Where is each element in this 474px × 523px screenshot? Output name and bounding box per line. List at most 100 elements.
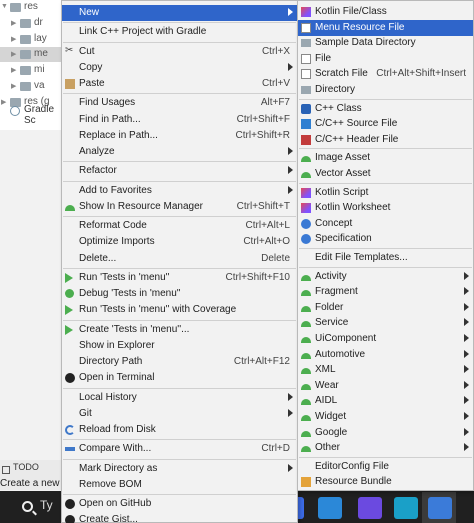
taskbar-app-6[interactable] <box>428 497 452 519</box>
menu-item-shortcut: Ctrl+Alt+O <box>243 236 290 248</box>
chevron-right-icon[interactable]: ▶ <box>11 82 16 90</box>
menu-item-mark-directory-as[interactable]: Mark Directory as <box>62 461 297 477</box>
android-icon <box>301 156 311 163</box>
menu-item-debug-tests-in-menu[interactable]: Debug 'Tests in 'menu'' <box>62 286 297 302</box>
menu-item-open-on-github[interactable]: Open on GitHub <box>62 496 297 512</box>
menu-item-reload-from-disk[interactable]: Reload from Disk <box>62 422 297 438</box>
tree-item-gradle-scripts[interactable]: Gradle Sc <box>0 103 62 126</box>
menu-item-kotlin-script[interactable]: Kotlin Script <box>298 185 473 201</box>
menu-item-cut[interactable]: ✂ Cut Ctrl+X <box>62 44 297 60</box>
menu-item-analyze[interactable]: Analyze <box>62 144 297 160</box>
todo-tab[interactable]: TODO <box>13 462 39 472</box>
menu-item-compare-with[interactable]: Compare With... Ctrl+D <box>62 441 297 457</box>
menu-item-kotlin-worksheet[interactable]: Kotlin Worksheet <box>298 200 473 216</box>
menu-item-specification[interactable]: Specification <box>298 231 473 247</box>
menu-item-find-in-path[interactable]: Find in Path... Ctrl+Shift+F <box>62 112 297 128</box>
menu-item-shortcut: Ctrl+D <box>261 443 290 455</box>
menu-item-editorconfig-file[interactable]: EditorConfig File <box>298 459 473 475</box>
chevron-right-icon[interactable]: ▶ <box>11 35 16 43</box>
menu-item-create-tests-in-menu[interactable]: Create 'Tests in 'menu''... <box>62 322 297 338</box>
menu-item-menu-resource-file[interactable]: Menu Resource File <box>298 19 473 36</box>
menu-item-vector-asset[interactable]: Vector Asset <box>298 166 473 182</box>
menu-item-concept[interactable]: Concept <box>298 216 473 232</box>
tree-item[interactable]: ▶ lay <box>0 32 62 47</box>
menu-item-other[interactable]: Other <box>298 440 473 456</box>
menu-item-uicomponent[interactable]: UiComponent <box>298 331 473 347</box>
taskbar-app-5[interactable] <box>394 497 418 519</box>
menu-item-sample-data-directory[interactable]: Sample Data Directory <box>298 35 473 51</box>
menu-item-directory[interactable]: Directory <box>298 82 473 98</box>
menu-item-add-to-favorites[interactable]: Add to Favorites <box>62 183 297 199</box>
tree-item[interactable]: ▶ mi <box>0 63 62 78</box>
chevron-right-icon[interactable]: ▶ <box>11 50 16 58</box>
menu-item-replace-in-path[interactable]: Replace in Path... Ctrl+Shift+R <box>62 128 297 144</box>
menu-item-folder[interactable]: Folder <box>298 300 473 316</box>
menu-item-label: Run 'Tests in 'menu'' <box>79 271 170 283</box>
tree-item[interactable]: ▶ me <box>0 47 62 62</box>
menu-item-optimize-imports[interactable]: Optimize Imports Ctrl+Alt+O <box>62 234 297 250</box>
menu-item-show-in-resource-manager[interactable]: Show In Resource Manager Ctrl+Shift+T <box>62 199 297 215</box>
menu-item-image-asset[interactable]: Image Asset <box>298 150 473 166</box>
menu-separator <box>299 266 472 268</box>
menu-item-directory-path[interactable]: Directory Path Ctrl+Alt+F12 <box>62 354 297 370</box>
menu-item-remove-bom[interactable]: Remove BOM <box>62 477 297 493</box>
taskbar-app-4[interactable] <box>358 497 382 519</box>
menu-item-link-c-project-with-gradle[interactable]: Link C++ Project with Gradle <box>62 24 297 40</box>
tree-item[interactable]: ▶ va <box>0 79 62 94</box>
menu-item-aidl[interactable]: AIDL <box>298 393 473 409</box>
search-icon <box>22 501 33 512</box>
taskbar-search[interactable]: Ty <box>14 498 60 518</box>
menu-item-label: Find in Path... <box>79 113 141 125</box>
menu-item-open-in-terminal[interactable]: Open in Terminal <box>62 370 297 386</box>
chevron-down-icon[interactable]: ▼ <box>1 3 8 10</box>
menu-item-copy[interactable]: Copy <box>62 60 297 76</box>
menu-item-activity[interactable]: Activity <box>298 269 473 285</box>
menu-item-resource-bundle[interactable]: Resource Bundle <box>298 474 473 490</box>
chevron-right-icon <box>288 8 293 16</box>
menu-item-label: Sample Data Directory <box>315 37 416 49</box>
tree-item[interactable]: ▼ res <box>0 0 62 15</box>
menu-item-label: Cut <box>79 45 95 57</box>
menu-item-kotlin-file-class[interactable]: Kotlin File/Class <box>298 4 473 20</box>
taskbar-app-3[interactable] <box>318 497 342 519</box>
menu-item-c-c-source-file[interactable]: C/C++ Source File <box>298 116 473 132</box>
menu-item-refactor[interactable]: Refactor <box>62 163 297 179</box>
menu-item-c-c-header-file[interactable]: C/C++ Header File <box>298 132 473 148</box>
chevron-right-icon <box>464 412 469 420</box>
menu-item-local-history[interactable]: Local History <box>62 390 297 406</box>
menu-item-c-class[interactable]: C++ Class <box>298 101 473 117</box>
menu-item-widget[interactable]: Widget <box>298 409 473 425</box>
menu-item-paste[interactable]: Paste Ctrl+V <box>62 76 297 92</box>
menu-item-automotive[interactable]: Automotive <box>298 347 473 363</box>
menu-item-label: Show in Explorer <box>79 339 155 351</box>
chevron-right-icon <box>464 318 469 327</box>
tree-item[interactable]: ▶ dr <box>0 16 62 31</box>
menu-item-create-gist[interactable]: Create Gist... <box>62 512 297 523</box>
create-tests-icon <box>65 324 73 335</box>
menu-item-fragment[interactable]: Fragment <box>298 284 473 300</box>
menu-item-delete[interactable]: Delete... Delete <box>62 251 297 267</box>
menu-item-edit-file-templates[interactable]: Edit File Templates... <box>298 250 473 266</box>
menu-item-service[interactable]: Service <box>298 315 473 331</box>
menu-item-reformat-code[interactable]: Reformat Code Ctrl+Alt+L <box>62 218 297 234</box>
menu-item-google[interactable]: Google <box>298 425 473 441</box>
menu-item-xml[interactable]: XML <box>298 362 473 378</box>
menu-item-run-tests-in-menu-with-coverage[interactable]: Run 'Tests in 'menu'' with Coverage <box>62 302 297 318</box>
menu-separator <box>299 456 472 458</box>
folder-icon <box>20 82 31 91</box>
menu-item-wear[interactable]: Wear <box>298 378 473 394</box>
menu-item-show-in-explorer[interactable]: Show in Explorer <box>62 338 297 354</box>
menu-item-label: Edit File Templates... <box>315 252 408 263</box>
menu-item-find-usages[interactable]: Find Usages Alt+F7 <box>62 95 297 111</box>
chevron-right-icon[interactable]: ▶ <box>11 19 16 27</box>
menu-item-run-tests-in-menu[interactable]: Run 'Tests in 'menu'' Ctrl+Shift+F10 <box>62 270 297 286</box>
menu-item-git[interactable]: Git <box>62 406 297 422</box>
chevron-right-icon <box>464 396 469 405</box>
menu-item-scratch-file[interactable]: Scratch File Ctrl+Alt+Shift+Insert <box>298 66 473 82</box>
paste-icon <box>65 79 75 89</box>
menu-item-label: Reformat Code <box>79 220 147 231</box>
menu-item-file[interactable]: File <box>298 51 473 67</box>
chevron-right-icon[interactable]: ▶ <box>11 66 16 74</box>
menu-item-label: Add to Favorites <box>79 184 152 196</box>
menu-item-new[interactable]: New <box>62 5 297 21</box>
